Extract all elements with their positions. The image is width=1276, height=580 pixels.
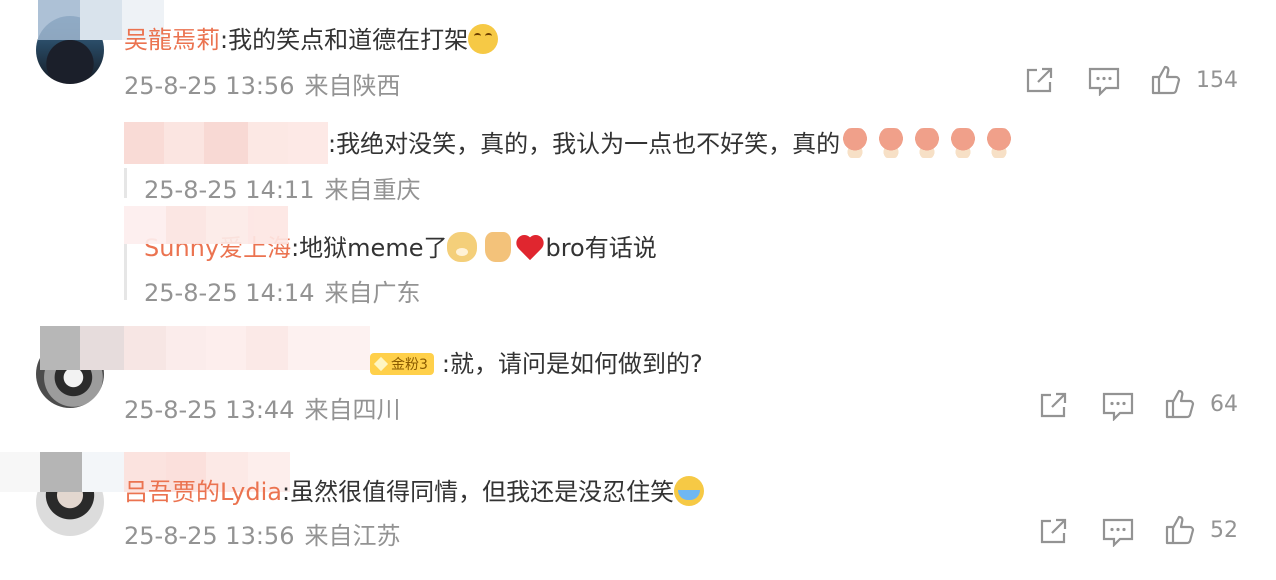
like-count: 154 <box>1196 67 1238 93</box>
reply-text-suffix: bro有话说 <box>545 234 657 262</box>
comment-username[interactable]: 吴龍焉莉 <box>124 26 220 54</box>
reply-meta: 25-8-25 14:11 来自重庆 <box>144 170 420 205</box>
reply-divider <box>124 244 127 300</box>
reply-location: 来自广东 <box>324 279 421 307</box>
comment-date: 25-8-25 13:56 <box>124 72 295 100</box>
comment-meta: 25-8-25 13:56 来自江苏 <box>124 516 400 551</box>
thumbs-up-emoji-icon <box>485 232 512 262</box>
thumbs-up-icon <box>1165 389 1195 419</box>
reply-meta: 25-8-25 14:14 来自广东 <box>144 273 420 308</box>
comment-date: 25-8-25 13:56 <box>124 522 295 550</box>
comment-line: 金粉3:就，请问是如何做到的? <box>124 344 703 379</box>
reply-text: 我绝对没笑，真的，我认为一点也不好笑，真的 <box>336 130 841 158</box>
comment-location: 来自陕西 <box>304 72 401 100</box>
reply-line: :我绝对没笑，真的，我认为一点也不好笑，真的 <box>328 124 1015 159</box>
reply-text: 地狱meme了 <box>299 234 448 262</box>
share-icon <box>1040 518 1067 544</box>
mushroom-icon <box>948 128 979 158</box>
comment-icon <box>1088 67 1120 96</box>
comment-line: 吕吾贾的Lydia:虽然很值得同情，但我还是没忍住笑 <box>124 472 705 507</box>
fan-badge[interactable]: 金粉3 <box>370 353 434 375</box>
comment-meta: 25-8-25 13:56 来自陕西 <box>124 66 400 101</box>
like-count: 64 <box>1210 391 1238 417</box>
mushroom-icon <box>912 128 943 158</box>
share-button[interactable] <box>1038 516 1070 546</box>
thumbs-up-icon <box>1165 515 1195 545</box>
comment-line: 吴龍焉莉:我的笑点和道德在打架 <box>124 20 499 55</box>
mushroom-icon <box>876 128 907 158</box>
diamond-icon <box>373 356 389 372</box>
comment-icon <box>1102 518 1134 547</box>
reply-date: 25-8-25 14:11 <box>144 176 315 204</box>
username-mosaic <box>124 206 288 244</box>
comment-meta: 25-8-25 13:44 来自四川 <box>124 390 400 425</box>
comment-text: 就，请问是如何做到的? <box>450 350 703 378</box>
comment-location: 来自四川 <box>304 396 401 424</box>
comment-date: 25-8-25 13:44 <box>124 396 295 424</box>
comment-icon <box>1102 392 1134 421</box>
comment-text: 我的笑点和道德在打架 <box>228 26 469 54</box>
thumbs-up-icon <box>1151 65 1181 95</box>
comment-button[interactable] <box>1102 517 1134 547</box>
comment-location: 来自江苏 <box>304 522 401 550</box>
mushroom-icon <box>840 128 871 158</box>
share-icon <box>1026 67 1053 93</box>
share-button[interactable] <box>1038 390 1070 420</box>
mushroom-icon <box>984 128 1015 158</box>
laugh-cry-icon <box>468 24 499 54</box>
reply-divider <box>124 168 127 198</box>
crying-face-icon <box>674 476 705 506</box>
red-heart-icon <box>515 232 545 262</box>
like-button[interactable]: 64 <box>1164 388 1238 420</box>
share-button[interactable] <box>1024 65 1056 95</box>
reply-location: 来自重庆 <box>324 176 421 204</box>
share-icon <box>1040 392 1067 418</box>
like-button[interactable]: 52 <box>1164 514 1238 546</box>
comment-button[interactable] <box>1088 66 1120 96</box>
username-mosaic <box>124 122 328 164</box>
comment-username[interactable]: 吕吾贾的Lydia <box>124 478 282 506</box>
fan-badge-label: 金粉3 <box>391 357 428 373</box>
like-button[interactable]: 154 <box>1150 64 1238 96</box>
comment-text: 虽然很值得同情，但我还是没忍住笑 <box>290 478 675 506</box>
dog-face-icon <box>447 232 478 262</box>
like-count: 52 <box>1210 517 1238 543</box>
reply-date: 25-8-25 14:14 <box>144 279 315 307</box>
comment-button[interactable] <box>1102 391 1134 421</box>
